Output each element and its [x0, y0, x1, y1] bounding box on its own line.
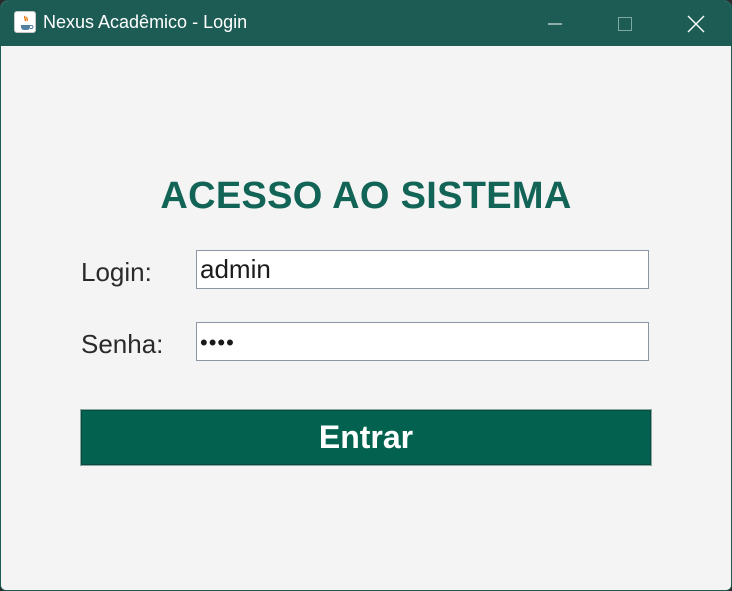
maximize-button[interactable]	[602, 1, 648, 46]
java-coffee-icon	[14, 11, 36, 33]
window-title: Nexus Acadêmico - Login	[43, 12, 248, 32]
login-input[interactable]: admin	[196, 250, 649, 289]
maximize-icon	[618, 16, 632, 31]
password-label: Senha:	[81, 329, 164, 359]
minimize-icon	[548, 23, 562, 24]
page-title: ACESSO AO SISTEMA	[160, 175, 572, 217]
close-button[interactable]	[673, 1, 719, 46]
password-input[interactable]: ••••	[196, 322, 649, 361]
login-label: Login:	[81, 257, 152, 287]
minimize-button[interactable]	[532, 1, 578, 46]
login-form: ACESSO AO SISTEMA Login: admin Senha: ••…	[1, 46, 731, 590]
login-window: Nexus Acadêmico - Login ACESSO AO SISTEM…	[0, 0, 732, 591]
title-bar[interactable]: Nexus Acadêmico - Login	[1, 1, 731, 46]
close-icon	[687, 15, 705, 32]
password-mask: ••••	[200, 330, 235, 355]
enter-button[interactable]: Entrar	[80, 409, 652, 466]
